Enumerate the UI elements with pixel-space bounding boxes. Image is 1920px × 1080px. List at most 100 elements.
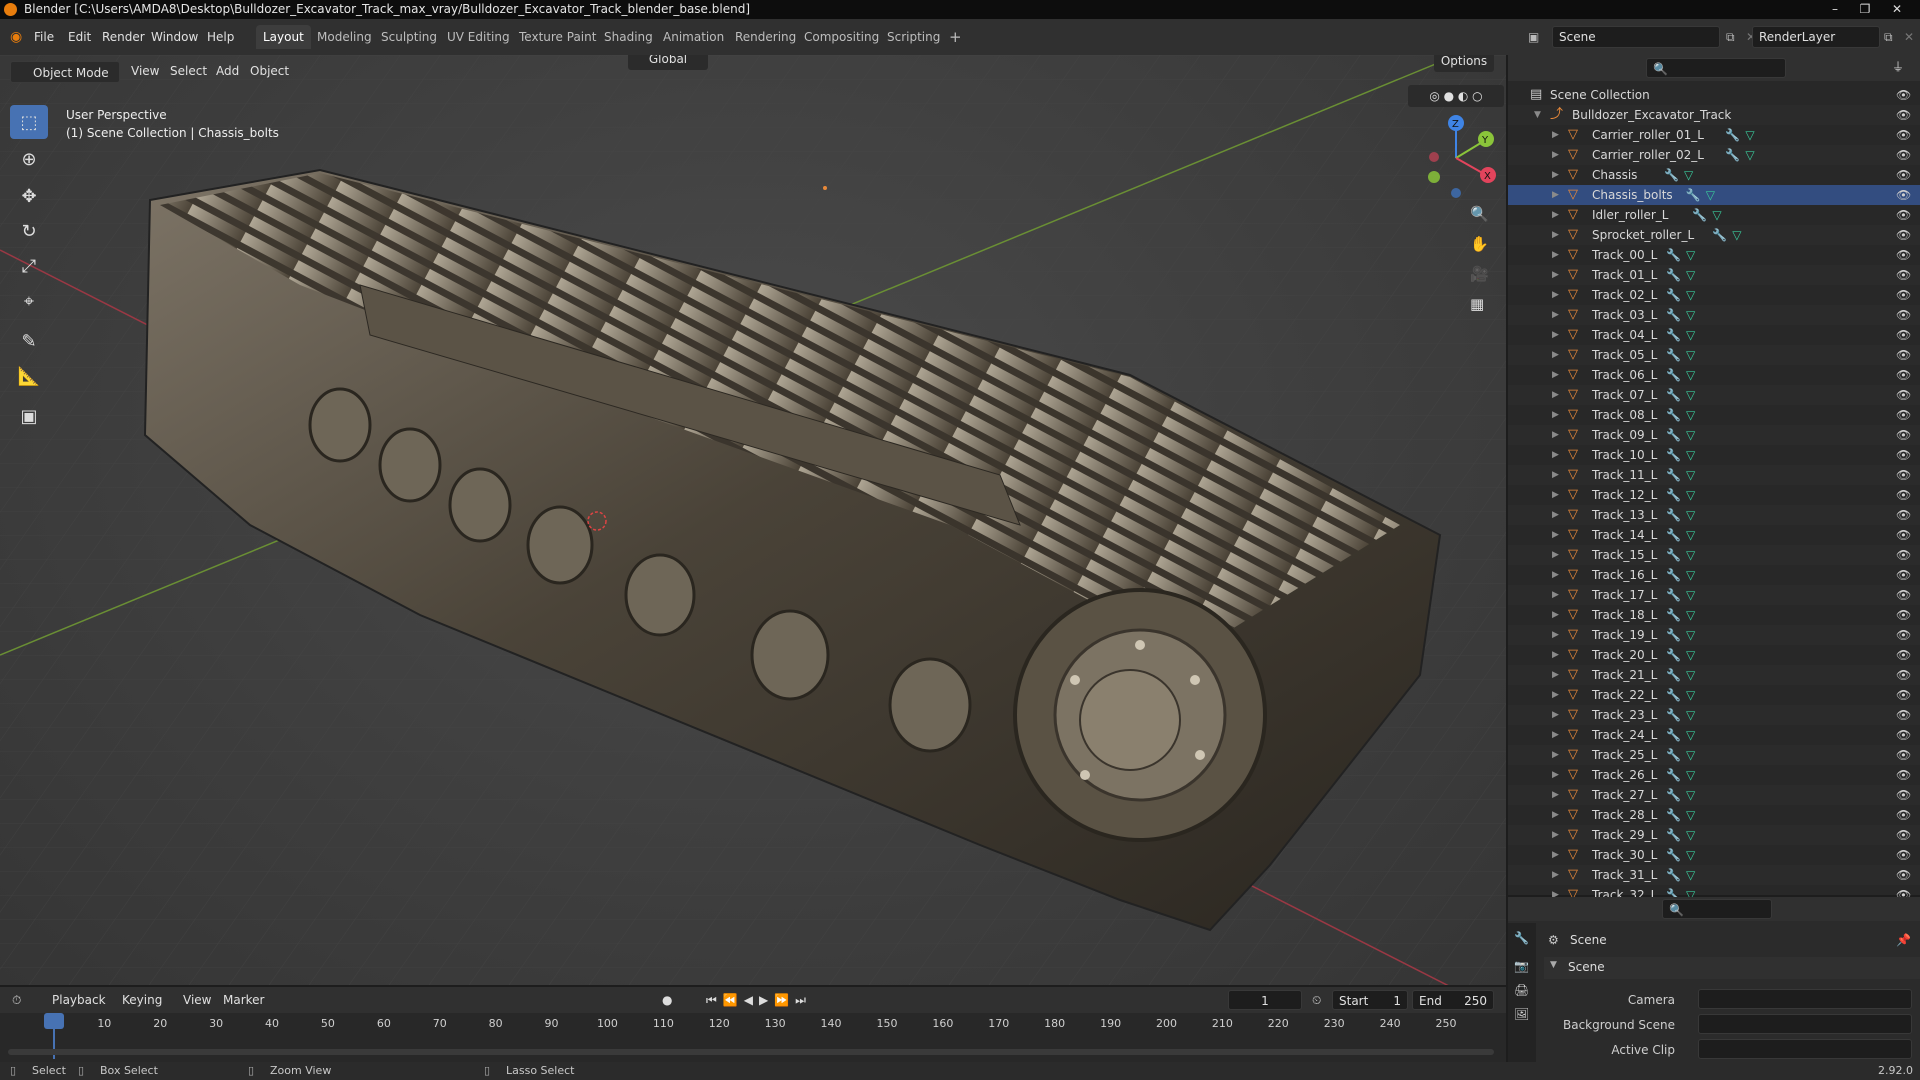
expand-toggle-icon[interactable]: ▶ bbox=[1552, 505, 1559, 525]
timeline-menu-marker[interactable]: Marker bbox=[223, 990, 264, 1010]
mesh-data-icon[interactable]: ▽ bbox=[1745, 125, 1754, 145]
playhead[interactable] bbox=[44, 1013, 64, 1029]
mesh-data-icon[interactable]: ▽ bbox=[1686, 385, 1695, 405]
transform-orientation[interactable]: Global bbox=[628, 55, 708, 70]
end-frame-field[interactable]: End 250 bbox=[1412, 990, 1494, 1010]
zoom-view-icon[interactable]: 🔍 bbox=[1470, 205, 1489, 223]
outliner-row-object[interactable]: ▶ ▽ Carrier_roller_01_L 🔧 ▽ 👁 bbox=[1508, 125, 1920, 145]
scene-selector[interactable]: Scene bbox=[1552, 26, 1720, 48]
select-tool-icon[interactable]: ⬚ bbox=[10, 105, 48, 139]
mesh-data-icon[interactable]: ▽ bbox=[1686, 565, 1695, 585]
modifier-wrench-icon[interactable]: 🔧 bbox=[1666, 485, 1681, 505]
mesh-data-icon[interactable]: ▽ bbox=[1686, 765, 1695, 785]
outliner-row-object[interactable]: ▶ ▽ Track_28_L 🔧 ▽ 👁 bbox=[1508, 805, 1920, 825]
modifier-wrench-icon[interactable]: 🔧 bbox=[1686, 185, 1701, 205]
mesh-data-icon[interactable]: ▽ bbox=[1686, 865, 1695, 885]
outliner-row-object[interactable]: ▶ ▽ Track_08_L 🔧 ▽ 👁 bbox=[1508, 405, 1920, 425]
menu-window[interactable]: Window bbox=[151, 27, 198, 47]
timeline-menu-playback[interactable]: Playback bbox=[52, 990, 106, 1010]
expand-toggle-icon[interactable]: ▶ bbox=[1552, 725, 1559, 745]
mesh-data-icon[interactable]: ▽ bbox=[1686, 405, 1695, 425]
visibility-eye-icon[interactable]: 👁 bbox=[1896, 825, 1911, 845]
add-cube-tool-icon[interactable]: ▣ bbox=[10, 399, 48, 433]
mesh-data-icon[interactable]: ▽ bbox=[1686, 265, 1695, 285]
outliner-row-object[interactable]: ▶ ▽ Track_24_L 🔧 ▽ 👁 bbox=[1508, 725, 1920, 745]
visibility-eye-icon[interactable]: 👁 bbox=[1896, 565, 1911, 585]
visibility-eye-icon[interactable]: 👁 bbox=[1896, 585, 1911, 605]
tab-modeling[interactable]: Modeling bbox=[310, 25, 379, 49]
mesh-data-icon[interactable]: ▽ bbox=[1686, 705, 1695, 725]
pin-icon[interactable]: 📌 bbox=[1896, 933, 1911, 947]
mesh-data-icon[interactable]: ▽ bbox=[1686, 305, 1695, 325]
modifier-wrench-icon[interactable]: 🔧 bbox=[1666, 765, 1681, 785]
expand-toggle-icon[interactable]: ▶ bbox=[1552, 325, 1559, 345]
filter-icon[interactable]: ⏚ bbox=[1892, 57, 1904, 77]
mesh-data-icon[interactable]: ▽ bbox=[1712, 205, 1721, 225]
minimize-button[interactable]: – bbox=[1822, 0, 1848, 19]
mode-selector[interactable]: Object Mode bbox=[10, 61, 120, 83]
record-icon[interactable]: ● bbox=[662, 990, 672, 1010]
modifier-wrench-icon[interactable]: 🔧 bbox=[1666, 405, 1681, 425]
expand-toggle-icon[interactable]: ▶ bbox=[1552, 665, 1559, 685]
modifier-wrench-icon[interactable]: 🔧 bbox=[1666, 565, 1681, 585]
outliner-row-object[interactable]: ▶ ▽ Track_15_L 🔧 ▽ 👁 bbox=[1508, 545, 1920, 565]
timeline-scrollbar[interactable] bbox=[8, 1049, 1494, 1055]
expand-toggle-icon[interactable]: ▶ bbox=[1552, 565, 1559, 585]
viewport-menu-select[interactable]: Select bbox=[170, 61, 207, 81]
modifier-wrench-icon[interactable]: 🔧 bbox=[1664, 165, 1679, 185]
3d-viewport[interactable]: Object Mode View Select Add Object Optio… bbox=[0, 55, 1506, 985]
delete-renderlayer-icon[interactable]: ✕ bbox=[1904, 27, 1914, 47]
outliner-row-object[interactable]: ▶ ▽ Idler_roller_L 🔧 ▽ 👁 bbox=[1508, 205, 1920, 225]
move-tool-icon[interactable]: ✥ bbox=[10, 179, 48, 213]
visibility-eye-icon[interactable]: 👁 bbox=[1896, 245, 1911, 265]
outliner-row-object[interactable]: ▶ ▽ Track_02_L 🔧 ▽ 👁 bbox=[1508, 285, 1920, 305]
expand-toggle-icon[interactable]: ▶ bbox=[1552, 865, 1559, 885]
visibility-eye-icon[interactable]: 👁 bbox=[1896, 265, 1911, 285]
visibility-eye-icon[interactable]: 👁 bbox=[1896, 745, 1911, 765]
tab-shading[interactable]: Shading bbox=[597, 25, 660, 49]
modifier-wrench-icon[interactable]: 🔧 bbox=[1666, 445, 1681, 465]
modifier-wrench-icon[interactable]: 🔧 bbox=[1666, 385, 1681, 405]
outliner-row-object[interactable]: ▶ ▽ Track_18_L 🔧 ▽ 👁 bbox=[1508, 605, 1920, 625]
expand-toggle-icon[interactable]: ▶ bbox=[1552, 125, 1559, 145]
mesh-data-icon[interactable]: ▽ bbox=[1686, 605, 1695, 625]
clock-icon[interactable]: ⏲ bbox=[1312, 990, 1321, 1010]
outliner-row-object[interactable]: ▶ ▽ Track_06_L 🔧 ▽ 👁 bbox=[1508, 365, 1920, 385]
tab-rendering[interactable]: Rendering bbox=[728, 25, 803, 49]
expand-toggle-icon[interactable]: ▶ bbox=[1552, 685, 1559, 705]
expand-toggle-icon[interactable]: ▶ bbox=[1552, 465, 1559, 485]
expand-toggle-icon[interactable]: ▶ bbox=[1552, 705, 1559, 725]
outliner-row-object[interactable]: ▶ ▽ Track_07_L 🔧 ▽ 👁 bbox=[1508, 385, 1920, 405]
modifier-wrench-icon[interactable]: 🔧 bbox=[1712, 225, 1727, 245]
outliner-row-object[interactable]: ▶ ▽ Track_27_L 🔧 ▽ 👁 bbox=[1508, 785, 1920, 805]
background-scene-field[interactable] bbox=[1698, 1014, 1912, 1034]
mesh-data-icon[interactable]: ▽ bbox=[1686, 525, 1695, 545]
tab-texture-paint[interactable]: Texture Paint bbox=[512, 25, 603, 49]
expand-toggle-icon[interactable]: ▶ bbox=[1552, 305, 1559, 325]
start-frame-field[interactable]: Start 1 bbox=[1332, 990, 1408, 1010]
visibility-eye-icon[interactable]: 👁 bbox=[1896, 505, 1911, 525]
outliner-row-object[interactable]: ▶ ▽ Chassis 🔧 ▽ 👁 bbox=[1508, 165, 1920, 185]
mesh-data-icon[interactable]: ▽ bbox=[1686, 665, 1695, 685]
new-scene-icon[interactable]: ⧉ bbox=[1726, 27, 1735, 47]
expand-toggle-icon[interactable]: ▼ bbox=[1534, 105, 1541, 125]
close-window-button[interactable]: ✕ bbox=[1884, 0, 1910, 19]
visibility-eye-icon[interactable]: 👁 bbox=[1896, 605, 1911, 625]
outliner-row-object[interactable]: ▶ ▽ Track_29_L 🔧 ▽ 👁 bbox=[1508, 825, 1920, 845]
outliner-row-object[interactable]: ▶ ▽ Track_10_L 🔧 ▽ 👁 bbox=[1508, 445, 1920, 465]
mesh-data-icon[interactable]: ▽ bbox=[1686, 245, 1695, 265]
modifier-wrench-icon[interactable]: 🔧 bbox=[1666, 745, 1681, 765]
visibility-eye-icon[interactable]: 👁 bbox=[1896, 85, 1911, 105]
rotate-tool-icon[interactable]: ↻ bbox=[10, 214, 48, 248]
outliner-row-scene-collection[interactable]: ▤ Scene Collection 👁 bbox=[1508, 85, 1920, 105]
ortho-toggle-icon[interactable]: ▦ bbox=[1470, 295, 1484, 313]
current-frame-field[interactable]: 1 bbox=[1228, 990, 1302, 1010]
modifier-wrench-icon[interactable]: 🔧 bbox=[1666, 265, 1681, 285]
mesh-data-icon[interactable]: ▽ bbox=[1706, 185, 1715, 205]
visibility-eye-icon[interactable]: 👁 bbox=[1896, 625, 1911, 645]
viewport-menu-object[interactable]: Object bbox=[250, 61, 289, 81]
outliner-row-object[interactable]: ▶ ▽ Track_23_L 🔧 ▽ 👁 bbox=[1508, 705, 1920, 725]
menu-file[interactable]: File bbox=[34, 27, 54, 47]
expand-toggle-icon[interactable]: ▶ bbox=[1552, 785, 1559, 805]
expand-toggle-icon[interactable]: ▶ bbox=[1552, 445, 1559, 465]
